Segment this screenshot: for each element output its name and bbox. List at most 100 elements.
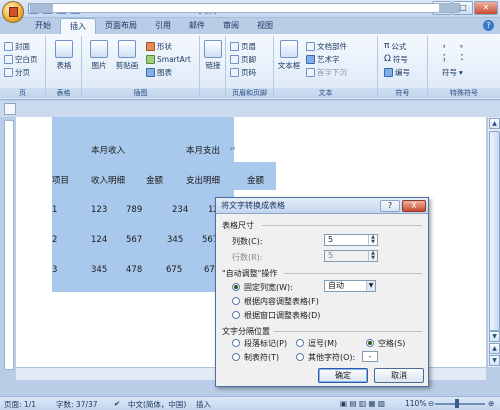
cover-page-button[interactable]: 封面 <box>4 41 30 52</box>
table-button[interactable]: 表格 <box>49 40 79 71</box>
office-logo-icon <box>9 7 18 17</box>
fit-window-radio[interactable] <box>232 311 240 319</box>
sep-comma-label: 逗号(M) <box>308 339 338 348</box>
fit-content-radio[interactable] <box>232 297 240 305</box>
symbol-button[interactable]: Ω 符号 <box>384 54 408 65</box>
cancel-button[interactable]: 取消 <box>374 368 424 383</box>
zoom-in-icon[interactable]: ⊕ <box>488 399 494 408</box>
scroll-thumb[interactable] <box>489 131 500 331</box>
comma-symbol-button[interactable]: ， 。 <box>442 40 469 51</box>
next-page-icon[interactable]: ▼ <box>489 355 500 366</box>
tab-mailings[interactable]: 邮件 <box>180 18 214 34</box>
group-tables: 表格 表格 <box>46 36 82 98</box>
sep-other-radio[interactable] <box>296 353 304 361</box>
dialog-help-button[interactable]: ? <box>380 200 400 212</box>
smartart-button[interactable]: SmartArt <box>146 54 191 65</box>
sep-paragraph-radio[interactable] <box>232 339 240 347</box>
dialog-close-button[interactable]: X <box>402 200 426 212</box>
view-buttons[interactable]: ▣ ▤ ▥ ▦ ▧ <box>340 399 385 408</box>
spinner-arrows-icon[interactable]: ▲ ▼ <box>368 235 377 245</box>
help-icon[interactable]: ? <box>483 20 494 31</box>
status-words[interactable]: 字数: 37/37 <box>56 399 98 410</box>
table-icon <box>55 40 73 58</box>
dropcap-icon <box>306 68 315 77</box>
ok-button[interactable]: 确定 <box>318 368 368 383</box>
zoom-slider[interactable] <box>435 403 485 405</box>
status-bar: 页面: 1/1 字数: 37/37 ✔ 中文(简体，中国) 插入 ▣ ▤ ▥ ▦… <box>0 396 500 410</box>
status-language[interactable]: 中文(简体，中国) <box>128 399 186 410</box>
divider <box>274 331 422 332</box>
sep-space-radio[interactable] <box>366 339 374 347</box>
chevron-down-icon: ▾ <box>459 68 463 77</box>
group-text: 文本框 文档部件 艺术字 首字下沉 文本 <box>274 36 378 98</box>
tab-page-layout[interactable]: 页面布局 <box>96 18 146 34</box>
page-break-icon <box>4 68 13 77</box>
horizontal-ruler[interactable] <box>30 3 460 13</box>
page-number-button[interactable]: 页码 <box>230 67 256 78</box>
ribbon-tabs: 开始 插入 页面布局 引用 邮件 审阅 视图 <box>26 18 282 34</box>
zoom-level[interactable]: 110% <box>405 399 426 408</box>
equation-button[interactable]: π 公式 <box>384 41 406 52</box>
group-links: 链接 <box>200 36 226 98</box>
clipart-button[interactable]: 剪贴画 <box>112 40 142 71</box>
picture-icon <box>90 40 108 58</box>
sep-comma-radio[interactable] <box>296 339 304 347</box>
close-window-button[interactable]: ✕ <box>474 1 498 15</box>
office-button[interactable] <box>2 1 24 23</box>
tab-insert[interactable]: 插入 <box>60 18 96 34</box>
section-autofit: "自动调整"操作 <box>222 269 278 278</box>
prev-page-icon[interactable]: ▲ <box>489 343 500 354</box>
cover-page-icon <box>4 42 13 51</box>
quickparts-button[interactable]: 文档部件 <box>306 41 347 52</box>
status-mode[interactable]: 插入 <box>196 399 211 410</box>
scroll-up-icon[interactable]: ▲ <box>489 118 500 129</box>
dropcap-button[interactable]: 首字下沉 <box>306 67 347 78</box>
divider <box>262 225 422 226</box>
link-icon <box>204 40 222 58</box>
chevron-down-icon[interactable]: ▼ <box>366 281 375 291</box>
fixed-width-combo[interactable]: 自动 ▼ <box>324 280 376 292</box>
tab-home[interactable]: 开始 <box>26 18 60 34</box>
doc-text: 123 <box>91 205 108 215</box>
quickparts-icon <box>306 42 315 51</box>
ruler-right-margin <box>439 4 459 12</box>
header-button[interactable]: 页眉 <box>230 41 256 52</box>
tab-review[interactable]: 审阅 <box>214 18 248 34</box>
zoom-out-icon[interactable]: ⊖ <box>428 399 434 408</box>
sep-other-input[interactable]: - <box>362 351 378 362</box>
cols-label: 列数(C): <box>232 237 263 246</box>
zoom-slider-knob[interactable] <box>455 399 459 408</box>
doc-text: 2 <box>52 235 58 245</box>
cols-spinner[interactable]: 5 ▲ ▼ <box>324 234 378 246</box>
special-symbol-button[interactable]: 符号 ▾ <box>442 67 463 78</box>
blank-page-button[interactable]: 空白页 <box>4 54 38 65</box>
shapes-button[interactable]: 形状 <box>146 41 172 52</box>
tab-references[interactable]: 引用 <box>146 18 180 34</box>
page-break-button[interactable]: 分页 <box>4 67 30 78</box>
footer-button[interactable]: 页脚 <box>230 54 256 65</box>
sep-tab-radio[interactable] <box>232 353 240 361</box>
textbox-icon <box>280 40 298 58</box>
vertical-scrollbar[interactable]: ▲ ▼ ▲ ▼ <box>487 117 500 367</box>
picture-button[interactable]: 图片 <box>84 40 114 71</box>
doc-text: 项目 <box>52 176 70 186</box>
chart-button[interactable]: 图表 <box>146 67 172 78</box>
tab-view[interactable]: 视图 <box>248 18 282 34</box>
numbering-button[interactable]: 编号 <box>384 67 410 78</box>
group-symbols: π 公式 Ω 符号 编号 符号 <box>378 36 428 98</box>
spelling-icon[interactable]: ✔ <box>114 399 120 408</box>
status-page[interactable]: 页面: 1/1 <box>4 399 36 410</box>
fixed-width-radio[interactable] <box>232 283 240 291</box>
scroll-down-icon[interactable]: ▼ <box>489 331 500 342</box>
doc-text: 345 <box>167 235 184 245</box>
convert-text-to-table-dialog: 将文字转换成表格 ? X 表格尺寸 列数(C): 5 ▲ ▼ 行数(R): 5 ▲… <box>215 197 429 387</box>
fit-window-label: 根据窗口调整表格(D) <box>244 311 321 320</box>
semicolon-symbol-button[interactable]: ； ： <box>442 53 469 64</box>
vertical-ruler[interactable] <box>4 120 14 370</box>
wordart-button[interactable]: 艺术字 <box>306 54 340 65</box>
link-button[interactable]: 链接 <box>200 40 226 71</box>
sep-space-label: 空格(S) <box>378 339 406 348</box>
textbox-button[interactable]: 文本框 <box>274 40 304 71</box>
tab-selector[interactable] <box>4 103 16 115</box>
section-separator: 文字分隔位置 <box>222 327 270 336</box>
